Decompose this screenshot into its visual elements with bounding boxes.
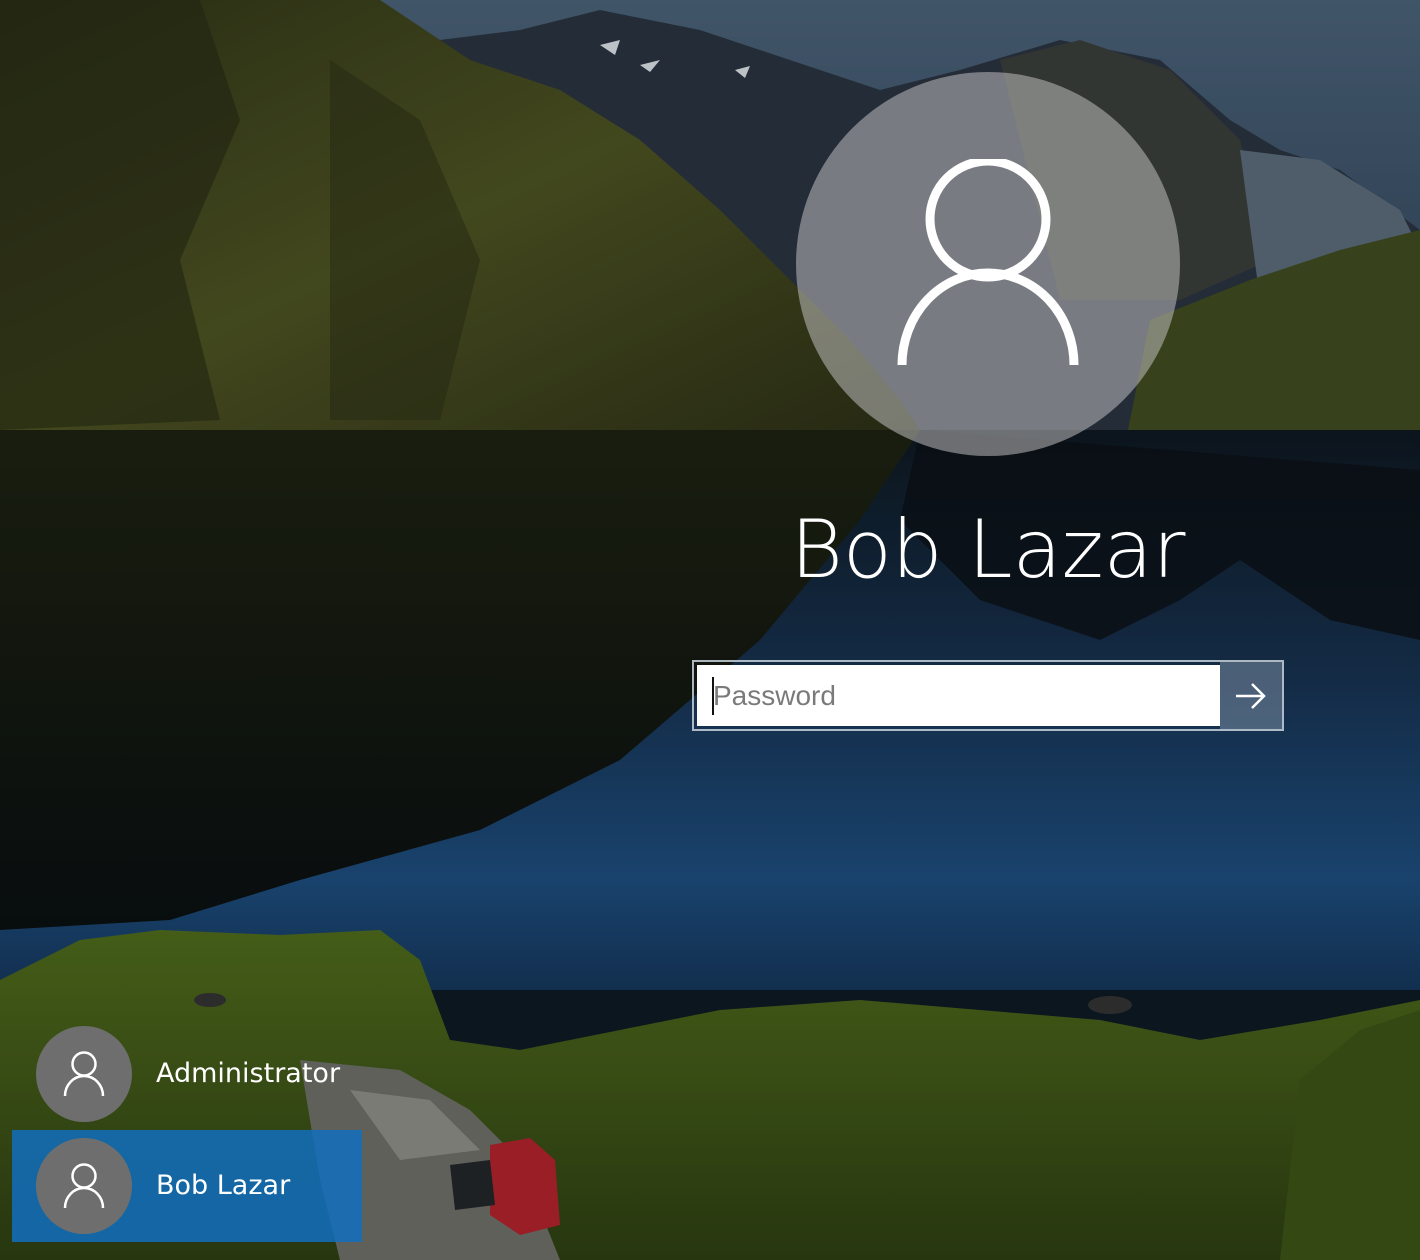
text-caret [712, 677, 714, 715]
user-list-label: Administrator [156, 1058, 341, 1089]
lock-screen: Bob Lazar Administrator Bob Lazar [0, 0, 1420, 1260]
user-list: Administrator Bob Lazar [12, 1018, 362, 1242]
user-avatar-large [796, 72, 1180, 456]
password-box [692, 660, 1284, 731]
user-list-item-bob-lazar[interactable]: Bob Lazar [12, 1130, 362, 1242]
user-list-item-administrator[interactable]: Administrator [12, 1018, 362, 1130]
user-name: Bob Lazar [790, 503, 1186, 596]
submit-button[interactable] [1220, 662, 1282, 729]
user-list-label: Bob Lazar [156, 1170, 291, 1201]
user-icon [897, 159, 1079, 366]
user-icon [63, 1051, 105, 1097]
arrow-right-icon [1236, 682, 1266, 709]
password-input[interactable] [697, 665, 1220, 726]
user-icon [63, 1163, 105, 1209]
user-avatar-small [36, 1138, 132, 1234]
user-avatar-small [36, 1026, 132, 1122]
